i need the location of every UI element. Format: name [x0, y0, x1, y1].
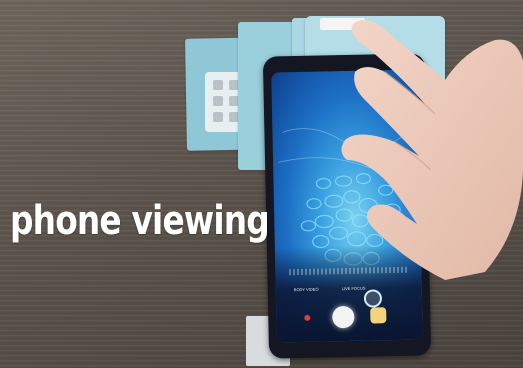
mode-live-focus[interactable]: LIVE FOCUS: [342, 286, 366, 291]
photo-scene: BODY VIDEO LIVE FOCUS phone viewing: [0, 0, 523, 368]
focus-ring-icon[interactable]: [363, 289, 383, 308]
caption-text: phone viewing: [10, 198, 270, 244]
shutter-button[interactable]: [332, 305, 355, 329]
hand: [341, 19, 523, 280]
mode-body-video[interactable]: BODY VIDEO: [294, 287, 319, 293]
gallery-thumbnail[interactable]: [370, 307, 387, 324]
record-icon[interactable]: [304, 314, 311, 321]
